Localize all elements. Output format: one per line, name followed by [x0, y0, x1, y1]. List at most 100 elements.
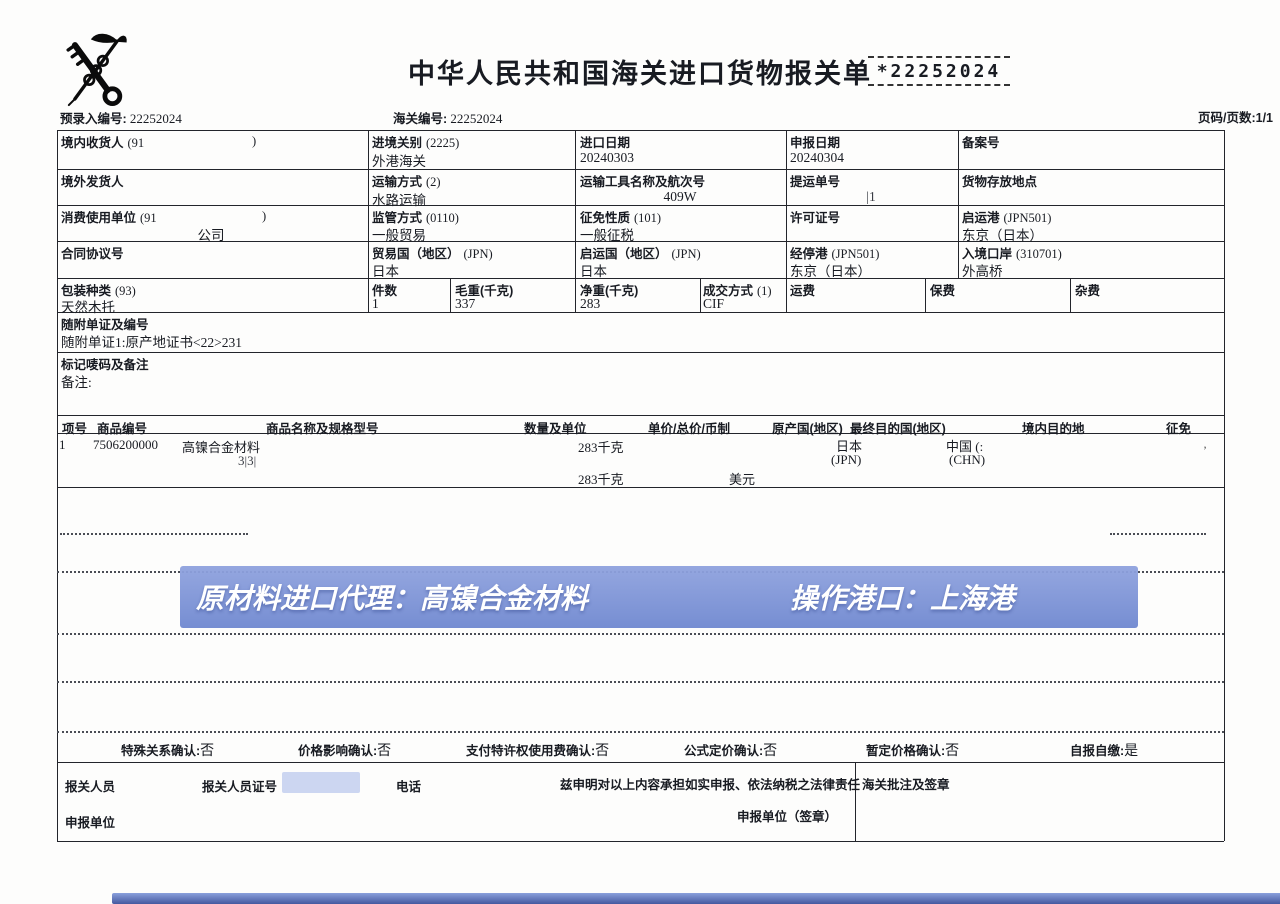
- field-trade-country-label: 贸易国（地区）: [372, 247, 460, 261]
- field-declare-date-label: 申报日期: [790, 136, 840, 150]
- banner-right-text: 操作港口：上海港: [790, 577, 1014, 617]
- goods-header-item-no: 项号: [62, 418, 87, 437]
- confirmation-label: 公式定价确认:: [684, 744, 763, 758]
- field-bill-no-value: |1: [790, 189, 952, 205]
- confirmation-value: 否: [945, 744, 959, 759]
- field-packing-type-value: 天然木托: [61, 296, 115, 316]
- divider-line: [57, 762, 1224, 763]
- field-consumer-unit-label: 消费使用单位: [61, 211, 136, 225]
- dotted-divider: [1110, 533, 1206, 535]
- item-spec: 3|3|: [238, 453, 256, 469]
- field-departure-country-code: (JPN): [672, 247, 701, 261]
- goods-header-exemption: 征免: [1166, 418, 1191, 437]
- field-overseas-shipper: 境外发货人: [61, 172, 124, 191]
- divider-line: [57, 169, 1224, 170]
- field-license-no: 许可证号: [790, 208, 840, 227]
- item-quantity: 283千克: [578, 437, 624, 456]
- field-misc-fees: 杂费: [1075, 281, 1100, 300]
- field-departure-country-label: 启运国（地区）: [580, 247, 668, 261]
- declaration-statement: 兹申明对以上内容承担如实申报、依法纳税之法律责任: [560, 774, 860, 793]
- pre-entry-label: 预录入编号:: [60, 112, 127, 126]
- divider-line: [450, 278, 451, 312]
- divider-line: [57, 841, 1224, 842]
- field-transport-name-value: 409W: [580, 189, 780, 205]
- field-record-no: 备案号: [962, 133, 1000, 152]
- field-tax-nature-value: 一般征税: [580, 224, 634, 244]
- signature-label: 申报单位（签章）: [737, 806, 837, 825]
- field-entry-customs-value: 外港海关: [372, 150, 426, 170]
- field-departure-port-value: 东京（日本）: [962, 224, 1043, 244]
- goods-header-code: 商品编号: [97, 418, 147, 437]
- divider-line: [958, 130, 959, 278]
- field-consumer-unit-paren: ): [262, 209, 266, 224]
- field-license-no-label: 许可证号: [790, 211, 840, 225]
- field-entry-port-code: (310701): [1016, 247, 1062, 261]
- field-entry-port-value: 外高桥: [962, 260, 1003, 280]
- divider-line: [57, 312, 1224, 313]
- field-freight: 运费: [790, 281, 815, 300]
- field-storage-place-label: 货物存放地点: [962, 175, 1037, 189]
- confirmation-special-relation: 特殊关系确认:否: [121, 740, 214, 760]
- confirmation-label: 特殊关系确认:: [121, 744, 200, 758]
- field-insurance: 保费: [930, 281, 955, 300]
- confirmation-value: 否: [200, 744, 214, 759]
- customs-notes-label: 海关批注及签章: [862, 774, 950, 793]
- bottom-blue-bar: [112, 893, 1280, 904]
- item-code: 7506200000: [93, 437, 158, 453]
- banner-left-text: 原材料进口代理：高镍合金材料: [196, 577, 588, 617]
- barcode-number: *22252024: [868, 56, 1010, 86]
- phone-label: 电话: [396, 776, 421, 795]
- confirmation-provisional-price: 暂定价格确认:否: [866, 740, 959, 760]
- field-gross-weight-value: 337: [455, 296, 475, 312]
- pre-entry-value: 22252024: [130, 111, 182, 126]
- dotted-divider: [57, 633, 1224, 635]
- field-transit-port-value: 东京（日本）: [790, 260, 871, 280]
- field-marks-notes-value: 备注:: [61, 371, 92, 391]
- field-entry-port-label: 入境口岸: [962, 247, 1012, 261]
- declarant-label: 报关人员: [65, 776, 115, 795]
- divider-line: [368, 130, 369, 312]
- field-transport-mode-label: 运输方式: [372, 175, 422, 189]
- goods-header-origin: 原产国(地区): [772, 418, 843, 437]
- field-contract-no: 合同协议号: [61, 244, 124, 263]
- field-departure-port-label: 启运港: [962, 211, 1000, 225]
- field-freight-label: 运费: [790, 284, 815, 298]
- field-departure-port-code: (JPN501): [1004, 211, 1052, 225]
- field-entry-customs-label: 进境关别: [372, 136, 422, 150]
- overlay-banner: 原材料进口代理：高镍合金材料 操作港口：上海港: [180, 566, 1138, 628]
- field-consignee-paren: ): [252, 134, 256, 149]
- confirmation-label: 自报自缴:: [1070, 744, 1124, 758]
- goods-header-domestic-dest: 境内目的地: [1022, 418, 1085, 437]
- dotted-divider: [57, 681, 1224, 683]
- field-supervision-mode-label: 监管方式: [372, 211, 422, 225]
- field-transit-port-label: 经停港: [790, 247, 828, 261]
- goods-header-price: 单价/总价/币制: [648, 418, 730, 437]
- field-bill-no-label: 提运单号: [790, 175, 840, 189]
- customs-number-label: 海关编号:: [393, 112, 447, 126]
- redacted-cert-number: [282, 772, 360, 793]
- field-consignee: 境内收货人 (91: [61, 133, 144, 152]
- confirmation-label: 支付特许权使用费确认:: [466, 744, 595, 758]
- field-consignee-code: (91: [128, 136, 145, 150]
- divider-line: [1070, 278, 1071, 312]
- field-overseas-shipper-label: 境外发货人: [61, 175, 124, 189]
- item-quantity-legal: 283千克: [578, 469, 624, 488]
- field-net-weight-value: 283: [580, 296, 600, 312]
- goods-header-final-dest: 最终目的国(地区): [850, 418, 946, 437]
- field-trade-country-code: (JPN): [464, 247, 493, 261]
- stray-mark: ’: [1203, 443, 1207, 458]
- customs-declaration-sheet: 中华人民共和国海关进口货物报关单 *22252024 预录入编号: 222520…: [0, 0, 1280, 904]
- field-misc-fees-label: 杂费: [1075, 284, 1100, 298]
- confirmation-value: 否: [377, 744, 391, 759]
- field-departure-country-value: 日本: [580, 260, 607, 280]
- divider-line: [57, 130, 1224, 131]
- divider-line: [57, 205, 1224, 206]
- divider-line: [57, 278, 1224, 279]
- divider-line: [57, 352, 1224, 353]
- divider-line: [925, 278, 926, 312]
- divider-line: [700, 278, 701, 312]
- divider-line: [575, 130, 576, 312]
- customs-number: 海关编号: 22252024: [393, 108, 502, 127]
- field-consignee-label: 境内收货人: [61, 136, 124, 150]
- field-contract-no-label: 合同协议号: [61, 247, 124, 261]
